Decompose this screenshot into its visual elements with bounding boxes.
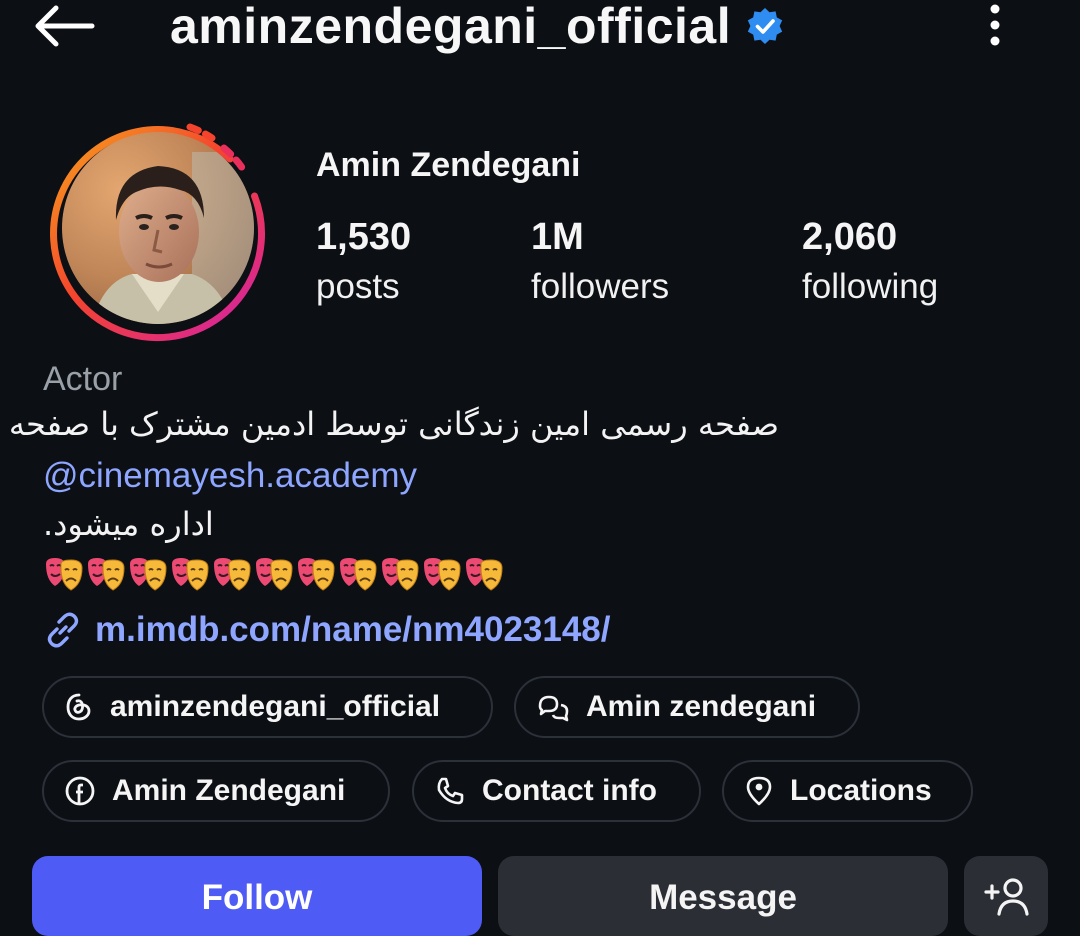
followers-count: 1M [531,216,584,258]
facebook-icon [65,776,95,806]
arrow-left-icon [35,5,95,47]
profile-header: aminzendegani_official [0,0,1080,56]
performing-arts-emoji [172,558,209,591]
follow-button[interactable]: Follow [32,856,482,936]
back-button[interactable] [30,4,96,48]
facebook-chip[interactable]: Amin Zendegani [42,760,390,822]
posts-stat[interactable]: 1,530 posts [316,214,411,314]
following-stat[interactable]: 2,060 following [802,214,938,314]
posts-label: posts [316,267,400,306]
performing-arts-emoji [256,558,293,591]
bio-mention-link[interactable]: @cinemayesh.academy [43,456,417,496]
threads-icon [66,693,91,721]
bio-emoji-row [43,554,505,594]
threads-chip-label: aminzendegani_official [110,690,441,723]
performing-arts-emoji [88,558,125,591]
profile-link-text: m.imdb.com/name/nm4023148/ [95,610,611,649]
verified-badge-icon [747,8,783,44]
messenger-chip[interactable]: Amin zendegani [514,676,860,738]
bio-line-1: صفحه رسمی امین زندگانی توسط ادمین مشترک … [8,405,779,443]
suggest-users-button[interactable] [964,856,1048,936]
username-container: aminzendegani_official [170,0,785,54]
performing-arts-emoji [466,558,503,591]
bio-line-2: اداره میشود. [43,505,214,543]
avatar [62,132,254,324]
profile-username: aminzendegani_official [170,0,732,54]
locations-label: Locations [790,774,932,807]
message-button[interactable]: Message [498,856,948,936]
performing-arts-emoji [382,558,419,591]
locations-chip[interactable]: Locations [722,760,973,822]
posts-count: 1,530 [316,216,412,258]
message-button-label: Message [649,878,797,917]
location-pin-icon [746,776,772,806]
facebook-chip-label: Amin Zendegani [112,774,346,807]
contact-info-chip[interactable]: Contact info [412,760,701,822]
performing-arts-emoji [340,558,377,591]
more-options-button[interactable] [978,2,1012,48]
link-icon [47,612,79,648]
contact-info-label: Contact info [482,774,657,807]
performing-arts-emoji [214,558,251,591]
add-person-icon [984,878,1029,916]
phone-icon [437,777,464,805]
profile-avatar-story[interactable] [40,110,276,346]
followers-label: followers [531,267,670,306]
performing-arts-emoji [298,558,335,591]
following-label: following [802,267,939,306]
follow-button-label: Follow [201,878,313,917]
profile-category: Actor [43,360,123,398]
performing-arts-emoji [130,558,167,591]
profile-display-name: Amin Zendegani [316,146,581,184]
performing-arts-emoji [424,558,461,591]
profile-external-link[interactable]: m.imdb.com/name/nm4023148/ [43,610,611,650]
followers-stat[interactable]: 1M followers [531,214,669,314]
following-count: 2,060 [802,216,898,258]
chat-bubbles-icon [538,695,569,722]
more-vertical-icon [990,4,1000,46]
performing-arts-emoji [46,558,83,591]
avatar-portrait-image [62,132,254,324]
messenger-chip-label: Amin zendegani [586,690,817,723]
threads-chip[interactable]: aminzendegani_official [42,676,493,738]
